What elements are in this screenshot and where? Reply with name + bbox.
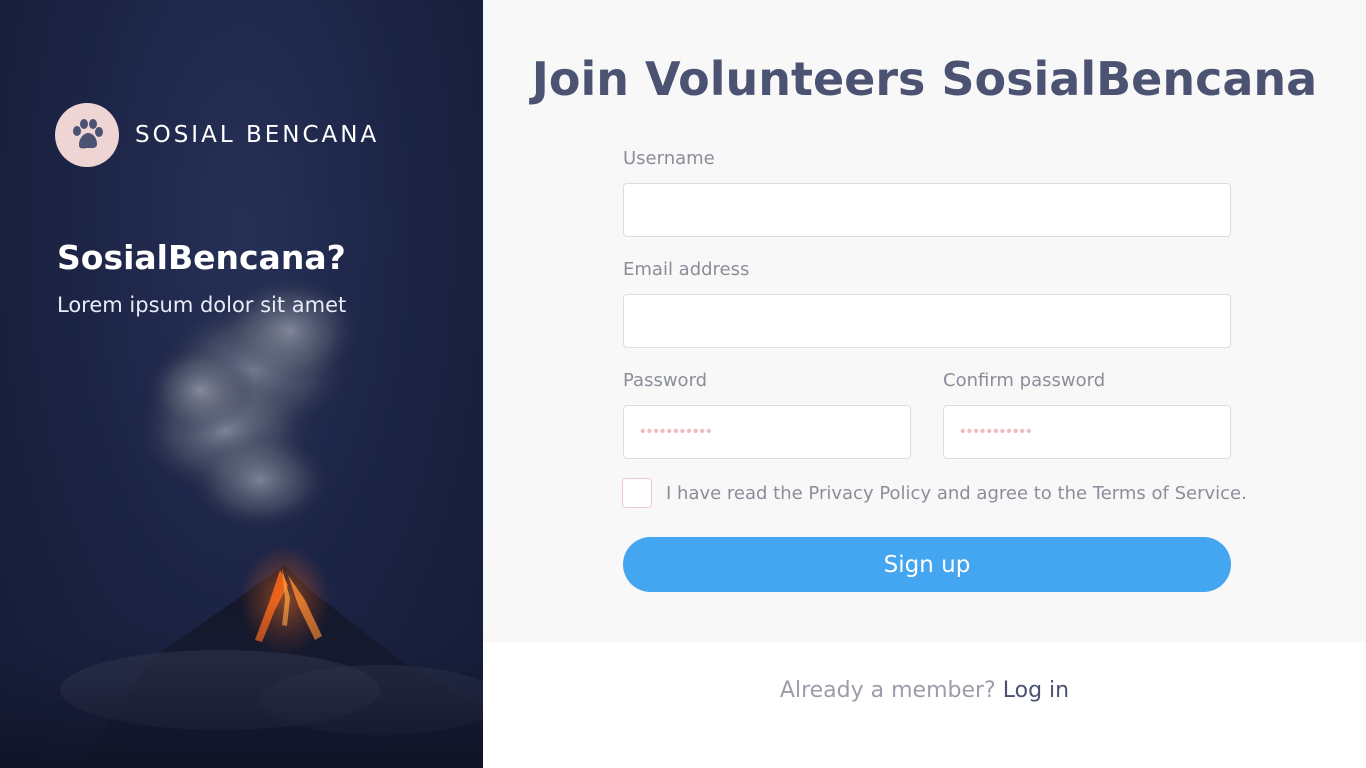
password-label: Password <box>623 370 708 391</box>
signup-form: Join Volunteers SosialBencana Username E… <box>483 0 1366 642</box>
log-in-link[interactable]: Log in <box>1003 678 1069 703</box>
paw-icon <box>73 119 103 149</box>
login-prompt: Already a member? Log in <box>483 678 1366 703</box>
password-input[interactable] <box>623 405 911 459</box>
hero-subtitle: Lorem ipsum dolor sit amet <box>57 293 347 317</box>
username-label: Username <box>623 148 715 169</box>
brand-logo[interactable]: SOSIAL BENCANA <box>55 103 379 167</box>
username-input[interactable] <box>623 183 1231 237</box>
email-input[interactable] <box>623 294 1231 348</box>
email-label: Email address <box>623 259 750 280</box>
form-title: Join Volunteers SosialBencana <box>531 52 1318 106</box>
terms-row: I have read the Privacy Policy and agree… <box>622 478 1247 508</box>
terms-checkbox[interactable] <box>622 478 652 508</box>
logo-text: SOSIAL BENCANA <box>135 122 380 148</box>
form-panel: Join Volunteers SosialBencana Username E… <box>483 0 1366 768</box>
confirm-password-input[interactable] <box>943 405 1231 459</box>
sign-up-button[interactable]: Sign up <box>623 537 1231 592</box>
hero-title: SosialBencana? <box>57 238 346 277</box>
logo-badge <box>55 103 119 167</box>
signup-page: SOSIAL BENCANA SosialBencana? Lorem ipsu… <box>0 0 1366 768</box>
confirm-password-label: Confirm password <box>943 370 1106 391</box>
terms-text: I have read the Privacy Policy and agree… <box>666 482 1247 504</box>
already-member-text: Already a member? <box>779 678 996 703</box>
hero-panel: SOSIAL BENCANA SosialBencana? Lorem ipsu… <box>0 0 483 768</box>
